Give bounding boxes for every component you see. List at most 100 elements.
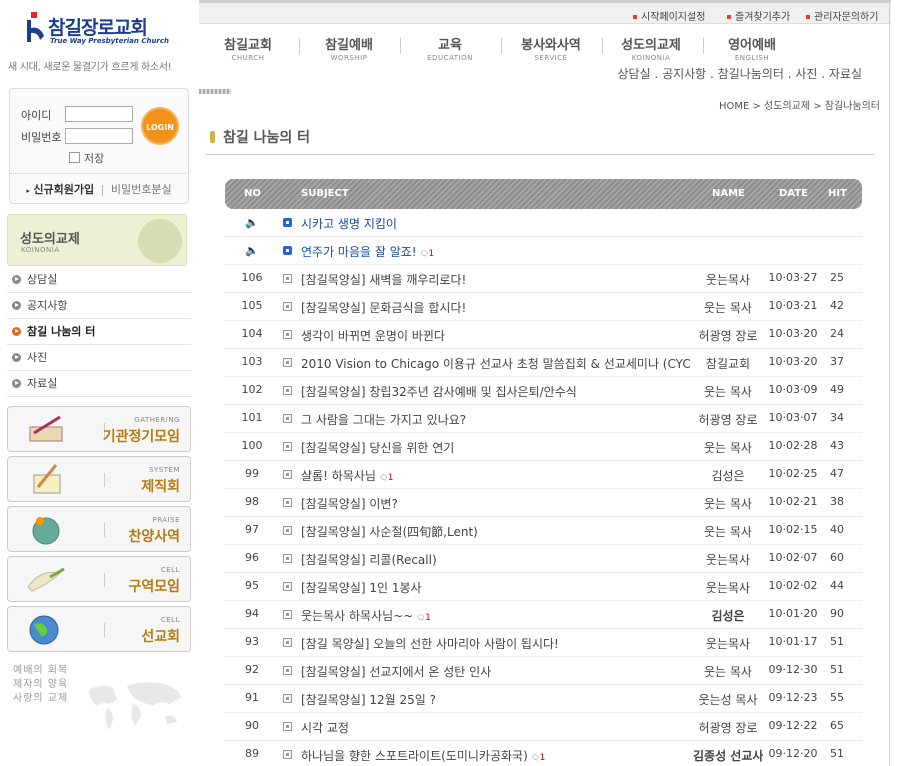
post-title[interactable]: 하나님을 향한 스포트라이트(도미니카공화국) [301,749,528,763]
post-title[interactable]: [참길목양실] 당신을 위한 연기 [301,441,454,455]
side-menu-item-sharing[interactable]: 참길 나눔의 터 [7,319,191,345]
save-checkbox[interactable] [69,152,80,163]
login-button[interactable]: LOGIN [141,107,179,145]
util-link-contact[interactable]: 관리자문의하기 [806,8,878,23]
post-subject[interactable]: 생각이 바뀌면 운명이 바뀐다 [301,327,691,344]
post-title[interactable]: 시카고 생명 지킴이 [301,217,397,231]
post-author[interactable]: 허광영 장로 [693,411,763,428]
post-subject[interactable]: [참길목양실] 리콜(Recall) [301,551,691,568]
post-author[interactable]: 김종성 선교사 [693,747,763,764]
table-row[interactable]: 91 [참길목양실] 12월 25일 ? 웃는성 목사 09·12·23 55 [225,685,862,713]
nav-church[interactable]: 참길교회 CHURCH [198,34,298,62]
post-subject[interactable]: 웃는목사 하목사님~~1 [301,607,691,624]
post-author[interactable]: 웃는 목사 [693,495,763,512]
post-subject[interactable]: [참길목양실] 12월 25일 ? [301,691,691,708]
post-title[interactable]: [참길목양실] 문화금식을 합시다! [301,301,466,315]
notice-row[interactable]: 🔈 연주가 마음을 잘 알죠!1 [225,237,862,265]
password-input[interactable] [65,128,133,144]
post-title[interactable]: [참길목양실] 창립32주년 감사예배 및 집사은퇴/안수식 [301,385,577,399]
post-subject[interactable]: [참길목양실] 새벽을 깨우리로다! [301,271,691,288]
side-menu-item-notice[interactable]: 공지사항 [7,293,191,319]
id-input[interactable] [65,106,133,122]
post-author[interactable]: 웃는 목사 [693,663,763,680]
banner-system[interactable]: SYSTEM 제직회 [7,456,191,502]
side-menu-item-archive[interactable]: 자료실 [7,371,191,397]
banner-cell[interactable]: CELL 구역모임 [7,556,191,602]
table-row[interactable]: 97 [참길목양실] 사순절(四旬節,Lent) 웃는 목사 10·02·15 40 [225,517,862,545]
post-title[interactable]: [참길목양실] 1인 1봉사 [301,581,422,595]
post-author[interactable]: 웃는 목사 [693,383,763,400]
post-subject[interactable]: 2010 Vision to Chicago 이용규 선교사 초청 말씀집회 &… [301,355,691,372]
post-subject[interactable]: [참길목양실] 창립32주년 감사예배 및 집사은퇴/안수식 [301,383,691,400]
post-author[interactable]: 김성은 [693,467,763,484]
post-title[interactable]: 2010 Vision to Chicago 이용규 선교사 초청 말씀집회 &… [301,357,691,371]
table-row[interactable]: 93 [참길 목양실] 오늘의 선한 사마리아 사람이 됩시다! 웃는목사 10·01… [225,629,862,657]
post-author[interactable]: 허광영 장로 [693,327,763,344]
table-row[interactable]: 94웃는목사 하목사님~~1김성은10·01·2090 [225,601,862,629]
table-row[interactable]: 106 [참길목양실] 새벽을 깨우리로다! 웃는목사 10·03·27 25 [225,265,862,293]
table-row[interactable]: 101 그 사람을 그대는 가지고 있나요? 허광영 장로 10·03·07 34 [225,405,862,433]
join-link[interactable]: 신규회원가입 [33,183,94,196]
post-title[interactable]: 생각이 바뀌면 운명이 바뀐다 [301,329,445,343]
post-author[interactable]: 웃는목사 [693,579,763,596]
table-row[interactable]: 99샬롬! 하목사님1김성은10·02·2547 [225,461,862,489]
post-subject[interactable]: [참길목양실] 1인 1봉사 [301,579,691,596]
post-author[interactable]: 웃는목사 [693,271,763,288]
post-author[interactable]: 김성은 [693,607,763,624]
post-subject[interactable]: 시카고 생명 지킴이 [301,215,691,232]
post-subject[interactable]: [참길목양실] 문화금식을 합시다! [301,299,691,316]
post-title[interactable]: [참길목양실] 사순절(四旬節,Lent) [301,525,478,539]
post-author[interactable]: 웃는 목사 [693,523,763,540]
post-subject[interactable]: 연주가 마음을 잘 알죠!1 [301,243,691,260]
nav-koinonia[interactable]: 성도의교제 KOINONIA [601,34,701,62]
banner-gathering[interactable]: GATHERING 기관정기모임 [7,406,191,452]
church-logo[interactable]: 참길장로교회 True Way Presbyterian Church [22,10,172,50]
table-row[interactable]: 103 2010 Vision to Chicago 이용규 선교사 초청 말씀집… [225,349,862,377]
table-row[interactable]: 104 생각이 바뀌면 운명이 바뀐다 허광영 장로 10·03·20 24 [225,321,862,349]
side-menu-item-photo[interactable]: 사진 [7,345,191,371]
post-title[interactable]: 그 사람을 그대는 가지고 있나요? [301,413,466,427]
nav-worship[interactable]: 참길예배 WORSHIP [299,34,399,62]
post-title[interactable]: 연주가 마음을 잘 알죠! [301,245,417,259]
post-author[interactable]: 웃는 목사 [693,299,763,316]
post-title[interactable]: [참길목양실] 12월 25일 ? [301,693,436,707]
post-title[interactable]: [참길목양실] 리콜(Recall) [301,553,437,567]
banner-praise[interactable]: PRAISE 찬양사역 [7,506,191,552]
post-subject[interactable]: 시각 교정 [301,719,691,736]
post-subject[interactable]: 그 사람을 그대는 가지고 있나요? [301,411,691,428]
table-row[interactable]: 105 [참길목양실] 문화금식을 합시다! 웃는 목사 10·03·21 42 [225,293,862,321]
util-link-homepage[interactable]: 시작페이지설정 [633,8,705,23]
util-link-bookmark[interactable]: 즐겨찾기추가 [727,8,790,23]
post-subject[interactable]: [참길목양실] 선교지에서 온 성탄 인사 [301,663,691,680]
post-author[interactable]: 웃는 목사 [693,439,763,456]
post-subject[interactable]: [참길목양실] 당신을 위한 연기 [301,439,691,456]
table-row[interactable]: 102 [참길목양실] 창립32주년 감사예배 및 집사은퇴/안수식 웃는 목사 10… [225,377,862,405]
post-title[interactable]: 샬롬! 하목사님 [301,469,376,483]
post-author[interactable]: 참길교회 [693,355,763,372]
table-row[interactable]: 95 [참길목양실] 1인 1봉사 웃는목사 10·02·02 44 [225,573,862,601]
nav-education[interactable]: 교육 EDUCATION [400,34,500,62]
side-menu-item-counsel[interactable]: 상담실 [7,267,191,293]
post-title[interactable]: [참길목양실] 새벽을 깨우리로다! [301,273,466,287]
post-subject[interactable]: 하나님을 향한 스포트라이트(도미니카공화국)1 [301,747,691,764]
table-row[interactable]: 89하나님을 향한 스포트라이트(도미니카공화국)1김종성 선교사09·12·2… [225,741,862,766]
table-row[interactable]: 92 [참길목양실] 선교지에서 온 성탄 인사 웃는 목사 09·12·30 51 [225,657,862,685]
post-title[interactable]: 시각 교정 [301,721,349,735]
nav-english[interactable]: 영어예배 ENGLISH [702,34,802,62]
post-subject[interactable]: [참길목양실] 이변? [301,495,691,512]
post-author[interactable]: 허광영 장로 [693,719,763,736]
table-row[interactable]: 96 [참길목양실] 리콜(Recall) 웃는목사 10·02·07 60 [225,545,862,573]
post-title[interactable]: [참길목양실] 이변? [301,497,398,511]
banner-mission[interactable]: CELL 선교회 [7,606,191,652]
table-row[interactable]: 90 시각 교정 허광영 장로 09·12·22 65 [225,713,862,741]
post-author[interactable]: 웃는성 목사 [693,691,763,708]
post-subject[interactable]: [참길목양실] 사순절(四旬節,Lent) [301,523,691,540]
post-title[interactable]: [참길목양실] 선교지에서 온 성탄 인사 [301,665,491,679]
sub-navigation[interactable]: 상담실 . 공지사항 . 참길나눔의터 . 사진 . 자료실 [618,65,863,82]
notice-row[interactable]: 🔈 시카고 생명 지킴이 [225,209,862,237]
post-title[interactable]: 웃는목사 하목사님~~ [301,609,413,623]
post-author[interactable]: 웃는목사 [693,551,763,568]
table-row[interactable]: 100 [참길목양실] 당신을 위한 연기 웃는 목사 10·02·28 43 [225,433,862,461]
post-author[interactable]: 웃는목사 [693,635,763,652]
post-title[interactable]: [참길 목양실] 오늘의 선한 사마리아 사람이 됩시다! [301,637,559,651]
